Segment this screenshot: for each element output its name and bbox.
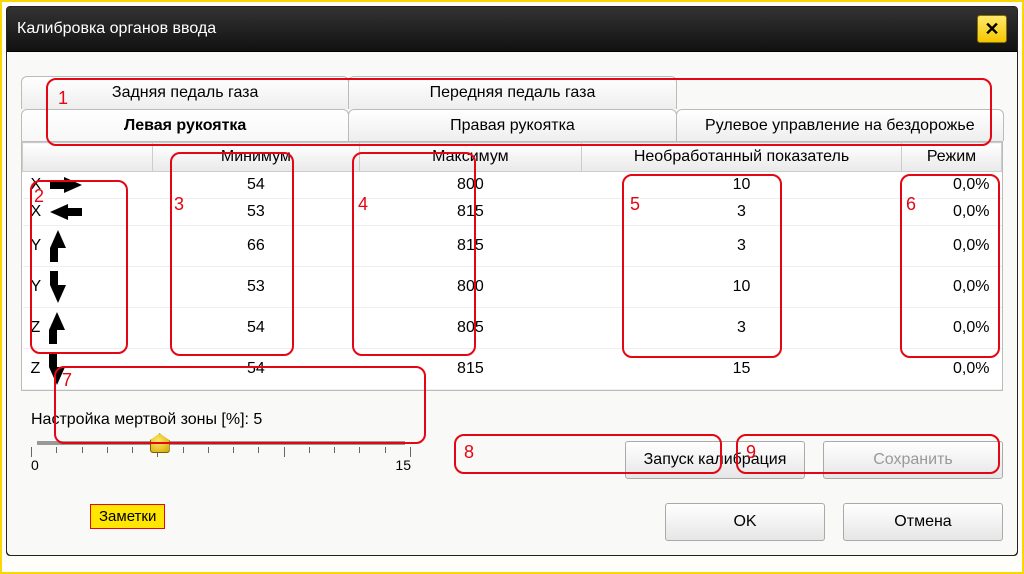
table-row: Z 5480530,0% (23, 308, 1002, 349)
direction-down-icon (50, 271, 66, 303)
cell-mode: 0,0% (902, 308, 1002, 349)
cell-max: 815 (359, 199, 581, 226)
cell-raw: 3 (582, 226, 902, 267)
tab-label: Правая рукоятка (450, 117, 575, 134)
direction-up-icon (50, 230, 66, 262)
button-label: OK (733, 513, 756, 530)
cancel-button[interactable]: Отмена (843, 503, 1003, 541)
action-buttons: Запуск калибрация Сохранить (461, 441, 1003, 479)
cell-raw: 10 (582, 172, 902, 199)
tab-label: Задняя педаль газа (112, 84, 259, 101)
ok-button[interactable]: OK (665, 503, 825, 541)
cell-min: 53 (153, 199, 360, 226)
cell-min: 54 (153, 308, 360, 349)
dialog-buttons: OK Отмена (21, 503, 1003, 541)
cell-min: 53 (153, 267, 360, 308)
tab-label: Левая рукоятка (124, 117, 246, 134)
cell-max: 800 (359, 267, 581, 308)
cell-min: 54 (153, 349, 360, 390)
cell-raw: 3 (582, 199, 902, 226)
tab-right-handle[interactable]: Правая рукоятка (348, 109, 676, 142)
tab-label: Передняя педаль газа (430, 84, 596, 101)
tab-blank (676, 76, 1004, 109)
notes-badge[interactable]: Заметки (90, 504, 165, 529)
table-row: X 54800100,0% (23, 172, 1002, 199)
col-mode: Режим (902, 143, 1002, 172)
tabs-row-1: Задняя педаль газа Передняя педаль газа (21, 76, 1003, 109)
table-row: Y 53800100,0% (23, 267, 1002, 308)
close-button[interactable]: ✕ (977, 15, 1007, 43)
cell-axis: X (23, 172, 153, 199)
cell-min: 54 (153, 172, 360, 199)
cell-mode: 0,0% (902, 172, 1002, 199)
dialog-content: Задняя педаль газа Передняя педаль газа … (7, 52, 1017, 555)
slider-handle[interactable] (150, 433, 170, 453)
col-max: Максимум (359, 143, 581, 172)
calibration-table: Минимум Максимум Необработанный показате… (21, 141, 1003, 391)
cell-mode: 0,0% (902, 349, 1002, 390)
deadzone-slider[interactable] (37, 441, 405, 445)
cell-axis: Y (23, 267, 153, 308)
cell-max: 805 (359, 308, 581, 349)
direction-left-icon (50, 204, 82, 220)
cell-max: 815 (359, 226, 581, 267)
save-button[interactable]: Сохранить (823, 441, 1003, 479)
dialog-window: Калибровка органов ввода ✕ Задняя педаль… (6, 6, 1018, 556)
deadzone-label: Настройка мертвой зоны [%]: 5 (31, 411, 411, 429)
cell-axis: Y (23, 226, 153, 267)
start-calibration-button[interactable]: Запуск калибрация (625, 441, 805, 479)
col-min: Минимум (153, 143, 360, 172)
col-axis (23, 143, 153, 172)
cell-raw: 10 (582, 267, 902, 308)
tab-offroad-steering[interactable]: Рулевое управление на бездорожье (676, 109, 1004, 142)
cell-min: 66 (153, 226, 360, 267)
cell-mode: 0,0% (902, 226, 1002, 267)
cell-raw: 3 (582, 308, 902, 349)
tabs-row-2: Левая рукоятка Правая рукоятка Рулевое у… (21, 109, 1003, 142)
cell-axis: Z (23, 349, 153, 390)
direction-up-icon (49, 312, 65, 344)
cell-mode: 0,0% (902, 267, 1002, 308)
direction-right-icon (50, 177, 82, 193)
tab-label: Рулевое управление на бездорожье (705, 117, 975, 134)
col-raw: Необработанный показатель (582, 143, 902, 172)
deadzone-panel: Настройка мертвой зоны [%]: 5 0 15 (21, 405, 421, 479)
tab-rear-throttle[interactable]: Задняя педаль газа (21, 76, 349, 109)
button-label: Запуск калибрация (644, 451, 787, 468)
titlebar: Калибровка органов ввода ✕ (7, 7, 1017, 52)
tab-front-throttle[interactable]: Передняя педаль газа (348, 76, 676, 109)
cell-axis: X (23, 199, 153, 226)
cell-mode: 0,0% (902, 199, 1002, 226)
slider-max: 15 (395, 457, 411, 473)
window-title: Калибровка органов ввода (17, 20, 216, 38)
slider-min: 0 (31, 457, 39, 473)
table-header-row: Минимум Максимум Необработанный показате… (23, 143, 1002, 172)
button-label: Сохранить (873, 451, 953, 468)
direction-down-icon (49, 353, 65, 385)
table-row: X 5381530,0% (23, 199, 1002, 226)
tab-left-handle[interactable]: Левая рукоятка (21, 109, 349, 142)
cell-axis: Z (23, 308, 153, 349)
slider-scale: 0 15 (31, 457, 411, 473)
table-row: Y 6681530,0% (23, 226, 1002, 267)
slider-ticks (31, 447, 411, 457)
cell-max: 800 (359, 172, 581, 199)
button-label: Отмена (894, 513, 951, 530)
cell-raw: 15 (582, 349, 902, 390)
cell-max: 815 (359, 349, 581, 390)
close-icon: ✕ (984, 19, 999, 40)
table-row: Z 54815150,0% (23, 349, 1002, 390)
